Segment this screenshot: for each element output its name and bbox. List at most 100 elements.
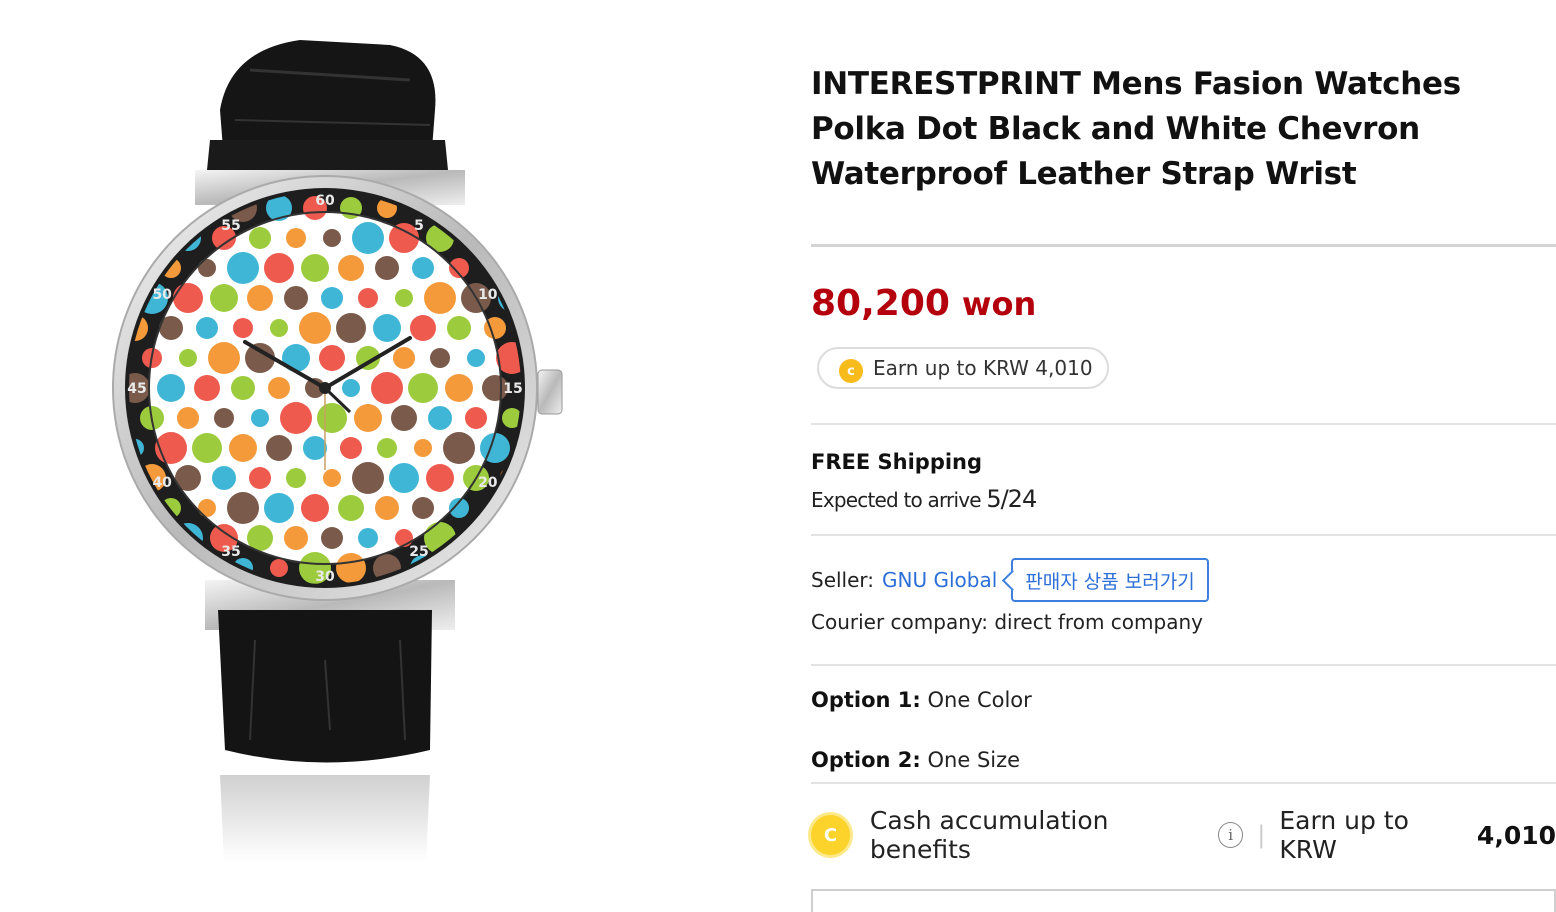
shipping-title: FREE Shipping [811,450,983,474]
dial-dot [299,312,331,344]
dial-dot [426,464,454,492]
dial-dot [336,313,366,343]
purchase-box [811,889,1556,912]
shipping-expected-label: Expected to arrive [811,488,982,512]
dial-dot [229,434,257,462]
dial-dot [247,285,273,311]
dial-dot [129,257,146,279]
price-amount: 80,200 [811,283,950,324]
dial-dot [342,379,360,397]
dial-dot [323,469,341,487]
dial-dot [286,228,306,248]
cash-coin-icon: C [811,815,850,855]
dial-dot [375,256,399,280]
dial-dot [286,468,306,488]
bezel-number: 35 [221,544,240,560]
dial-dot [155,192,187,224]
dial-dot [412,497,434,519]
view-seller-products-button[interactable]: 판매자 상품 보러가기 [1011,558,1209,602]
dial-dot [480,433,510,463]
dial-dot [445,374,473,402]
dial-dot [284,286,308,310]
bezel-number: 20 [478,475,498,491]
dial-dot [249,227,271,249]
dial-dot [129,555,148,581]
divider [811,534,1556,536]
dial-dot [317,403,347,433]
dial-dot [443,432,475,464]
dial-dot [280,402,312,434]
dial-dot [412,257,434,279]
reward-badge[interactable]: c Earn up to KRW 4,010 [817,347,1109,389]
option-value: One Size [927,748,1021,772]
bezel-number: 55 [221,218,240,234]
price-unit: won [961,285,1037,323]
dial-dot [301,494,329,522]
dial-dot [393,347,415,369]
product-info-panel: INTERESTPRINT Mens Fasion Watches Polka … [811,0,1556,912]
dial-dot [319,345,345,371]
divider [811,664,1556,666]
dial-dot [424,282,456,314]
dial-dot [391,405,417,431]
dial-dot [227,492,259,524]
bezel-number: 5 [414,218,424,234]
dial-dot [173,283,203,313]
dial-dot [352,462,384,494]
option-2: Option 2: One Size [811,748,1020,772]
option-label: Option 1: [811,688,921,712]
dial-dot [480,193,510,223]
dial-dot [303,436,327,460]
reward-text: Earn up to KRW 4,010 [873,356,1093,380]
bezel-number: 60 [315,193,335,209]
dial-dot [159,556,183,580]
bezel-number: 10 [478,287,498,303]
option-label: Option 2: [811,748,921,772]
seller-name-link[interactable]: GNU Global [882,568,997,592]
price: 80,200 won [811,282,1036,326]
product-title: INTERESTPRINT Mens Fasion Watches Polka … [811,66,1461,192]
info-icon[interactable]: i [1217,822,1244,848]
dial-dot [377,438,397,458]
bezel-number: 40 [152,475,172,491]
dial-dot [157,374,185,402]
dial-dot [498,524,521,552]
separator: | [1257,821,1266,849]
dial-dot [358,528,378,548]
bezel-number: 45 [127,381,146,397]
dial-dot [233,318,253,338]
bezel-number: 15 [503,381,522,397]
divider [811,423,1556,425]
bezel-number: 25 [409,544,428,560]
watch-illustration: 5 10 15 20 25 30 35 40 45 50 55 60 [112,40,563,862]
earn-prefix: Earn up to KRW [1279,806,1409,864]
dial-dot [352,222,384,254]
dial-dot [212,466,236,490]
dial-dot [375,496,399,520]
dial-dot [358,288,378,308]
dial-dot [373,314,401,342]
dial-dot [192,433,222,463]
dial-dot [336,553,366,583]
bezel-number: 50 [152,287,172,303]
cash-benefits-row: C Cash accumulation benefits i | Earn up… [811,806,1556,864]
dial-dot [231,376,255,400]
dial-dot [321,527,343,549]
dial-dot [268,377,290,399]
product-image[interactable]: 5 10 15 20 25 30 35 40 45 50 55 60 [100,40,580,862]
dial-dot [428,406,452,430]
dial-dot [177,407,199,429]
shipping-expected: Expected to arrive 5/24 [811,485,1037,513]
dial-dot [338,495,364,521]
dial-dot [249,467,271,489]
dial-dot [340,437,362,459]
dial-dot [270,559,288,577]
seller-row: Seller: GNU Global 판매자 상품 보러가기 [811,558,1209,602]
dial-dot [354,404,382,432]
coin-icon: c [839,359,863,383]
dial-dot [338,255,364,281]
dial-dot [284,526,308,550]
dial-dot [136,522,168,554]
dial-dot [198,499,216,517]
courier-info: Courier company: direct from company [811,610,1203,634]
